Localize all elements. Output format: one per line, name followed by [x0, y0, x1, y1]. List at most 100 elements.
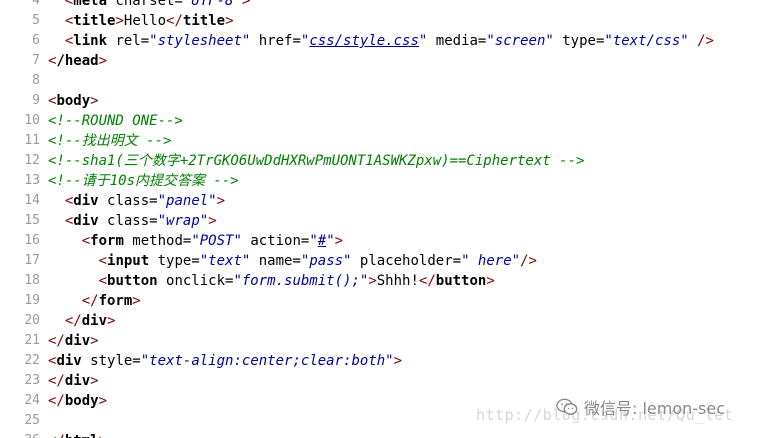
code-line[interactable]: 6 <link rel="stylesheet" href="css/style… [0, 31, 757, 51]
code-token: > [216, 193, 226, 209]
code-line[interactable]: 4 <meta charset="UTF-8"> [0, 0, 757, 11]
code-token: media= [427, 33, 487, 49]
code-token: "screen" [486, 33, 554, 49]
code-line[interactable]: 16 <form method="POST" action="#"> [0, 231, 757, 251]
code-token: <!--请于10s内提交答案 --> [48, 173, 239, 189]
code-token: <!--找出明文 --> [48, 133, 172, 149]
line-code: <button onclick="form.submit();">Shhh!</… [48, 271, 495, 291]
code-token: "pass" [300, 253, 352, 269]
line-number: 14 [24, 193, 40, 208]
code-token: title [73, 13, 116, 29]
code-line[interactable]: 20 </div> [0, 311, 757, 331]
code-token: # [317, 233, 327, 249]
code-token: > [99, 433, 107, 438]
code-token: </ [48, 433, 65, 438]
code-line[interactable]: 9 <body> [0, 91, 757, 111]
code-line[interactable]: 13 <!--请于10s内提交答案 --> [0, 171, 757, 191]
line-number: 17 [24, 253, 40, 268]
line-code: <link rel="stylesheet" href="css/style.c… [48, 31, 714, 51]
code-line[interactable]: 17 <input type="text" name="pass" placeh… [0, 251, 757, 271]
wechat-icon [556, 398, 578, 415]
line-number: 22 [24, 353, 40, 368]
code-line[interactable]: 18 <button onclick="form.submit();">Shhh… [0, 271, 757, 291]
line-number: 13 [24, 173, 40, 188]
code-token: body [64, 393, 99, 409]
code-token: charset= [107, 0, 183, 9]
line-number: 15 [24, 213, 40, 228]
code-token: > [115, 13, 124, 29]
line-code: </html> [48, 431, 107, 438]
line-code: <div style="text-align:center;clear:both… [48, 351, 402, 371]
code-token: <!--ROUND ONE--> [48, 113, 183, 129]
line-number: 7 [32, 53, 40, 68]
line-number: 5 [32, 13, 40, 28]
code-line[interactable]: 15 <div class="wrap"> [0, 211, 757, 231]
code-line[interactable]: 7 </head> [0, 51, 757, 71]
line-number: 12 [24, 153, 40, 168]
line-code: <!--请于10s内提交答案 --> [48, 171, 239, 191]
code-line[interactable]: 26 </html> [0, 431, 757, 438]
line-code: <meta charset="UTF-8"> [48, 0, 250, 11]
code-token: html [65, 433, 99, 438]
line-number: 24 [24, 393, 40, 408]
code-line[interactable]: 5 <title>Hello</title> [0, 11, 757, 31]
line-code: </div> [48, 371, 99, 391]
code-line[interactable]: 21 </div> [0, 331, 757, 351]
code-token: div [56, 353, 82, 369]
code-line[interactable]: 10 <!--ROUND ONE--> [0, 111, 757, 131]
code-token: "stylesheet" [149, 33, 251, 49]
code-token: /> [520, 253, 537, 269]
line-number: 6 [32, 33, 40, 48]
line-code: <body> [48, 91, 99, 111]
code-token: > [98, 393, 108, 409]
code-token: onclick= [157, 273, 234, 289]
code-token: input [107, 253, 150, 269]
code-line[interactable]: 8 [0, 71, 757, 91]
code-token: div [73, 213, 99, 229]
line-code: </head> [48, 51, 107, 71]
code-line[interactable]: 23 </div> [0, 371, 757, 391]
line-code: <title>Hello</title> [48, 11, 234, 31]
line-number: 26 [0, 431, 40, 438]
code-token: " [309, 233, 318, 249]
code-token: "text-align:center;clear:both" [140, 353, 394, 369]
line-code: </div> [48, 311, 116, 331]
code-token: "wrap" [157, 213, 209, 229]
line-code: <div class="panel"> [48, 191, 225, 211]
code-token: style= [81, 353, 141, 369]
line-number: 25 [24, 413, 40, 428]
code-token: "POST" [191, 233, 242, 249]
code-token: name= [250, 253, 301, 269]
code-line[interactable]: 14 <div class="panel"> [0, 191, 757, 211]
code-token: > [225, 13, 234, 29]
line-number: 10 [24, 113, 40, 128]
code-token: </ [48, 393, 65, 409]
code-line[interactable]: 11 <!--找出明文 --> [0, 131, 757, 151]
code-token: class= [98, 193, 158, 209]
code-line[interactable]: 22 <div style="text-align:center;clear:bo… [0, 351, 757, 371]
line-number: 18 [24, 273, 40, 288]
code-token: > [208, 213, 217, 229]
line-code: </body> [48, 391, 107, 411]
line-code: <!--ROUND ONE--> [48, 111, 183, 131]
code-line[interactable]: 19 </form> [0, 291, 757, 311]
line-code: <form method="POST" action="#"> [48, 231, 343, 251]
code-token: title [182, 13, 226, 29]
line-number: 9 [32, 93, 40, 108]
code-token: < [98, 273, 108, 289]
code-line[interactable]: 12 <!--sha1(三个数字+2TrGKO6UwDdHXRwPmUONT1AS… [0, 151, 757, 171]
line-number: 11 [24, 133, 40, 148]
code-token: <!--sha1(三个数字+2TrGKO6UwDdHXRwPmUONT1ASWK… [48, 153, 585, 169]
code-token: "panel" [157, 193, 217, 209]
code-token: action= [241, 233, 310, 249]
code-token: form [98, 293, 133, 309]
code-token: css/style.css [309, 33, 419, 49]
code-token: meta [73, 0, 108, 9]
code-token: </ [418, 273, 436, 289]
code-editor[interactable]: 4 <meta charset="UTF-8"> 5 <title>Hello</… [0, 0, 757, 438]
code-token: Hello [123, 13, 167, 29]
